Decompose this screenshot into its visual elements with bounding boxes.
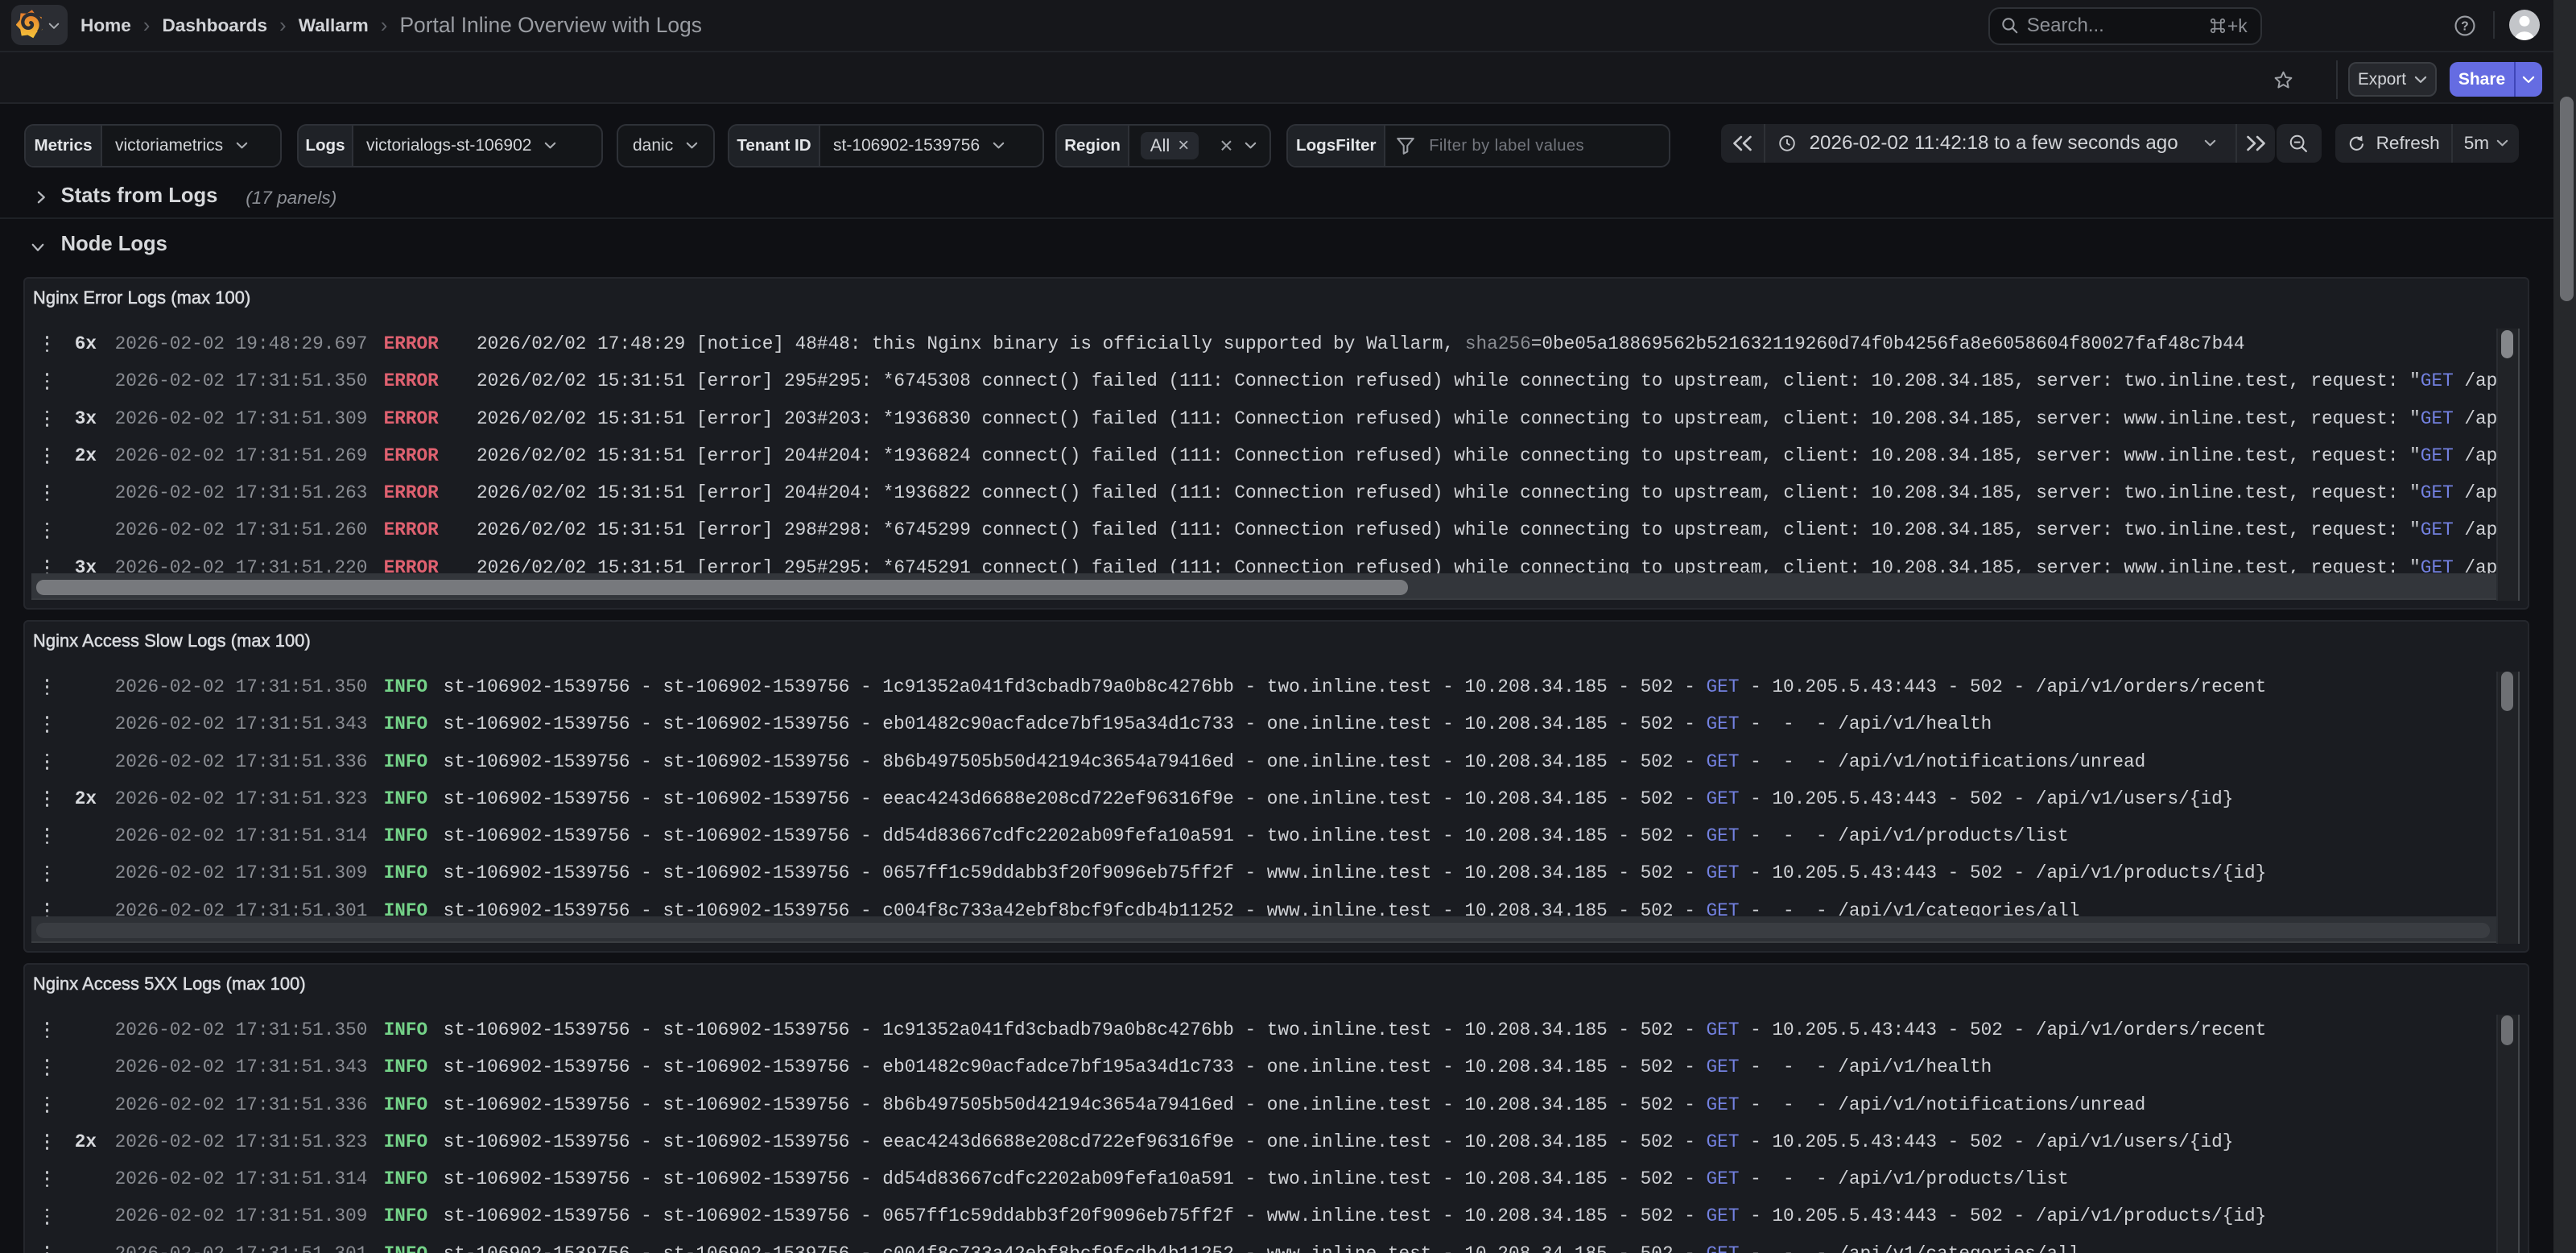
svg-text:?: ? bbox=[2461, 19, 2468, 33]
